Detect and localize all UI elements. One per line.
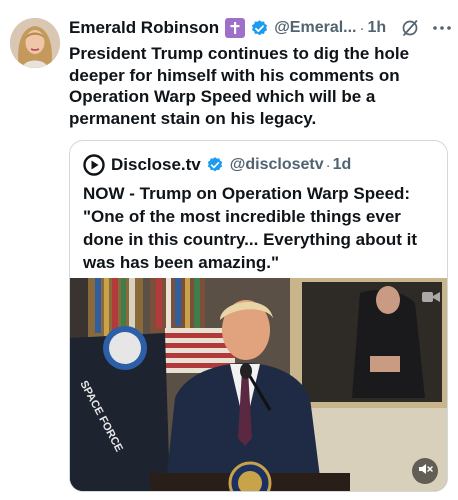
author-avatar[interactable]: [10, 18, 60, 68]
grok-icon[interactable]: [400, 18, 420, 38]
separator-dot: ·: [359, 19, 365, 37]
video-camera-icon: [422, 290, 440, 304]
quoted-tweet-header: Disclose.tv @disclosetv · 1d: [83, 154, 351, 176]
quoted-tweet[interactable]: Disclose.tv @disclosetv · 1d NOW - Trump…: [69, 140, 448, 492]
quoted-handle[interactable]: @disclosetv: [230, 156, 324, 174]
quoted-time[interactable]: 1d: [333, 156, 352, 174]
quoted-display-name[interactable]: Disclose.tv: [111, 155, 201, 175]
verified-badge-icon: [250, 19, 269, 38]
author-display-name[interactable]: Emerald Robinson: [69, 18, 219, 38]
cross-icon: [225, 18, 246, 38]
video-player[interactable]: SPACE FORCE: [70, 278, 447, 491]
tweet-header: Emerald Robinson @Emeral... · 1h: [69, 16, 454, 40]
quoted-tweet-text: NOW - Trump on Operation Warp Speed: "On…: [83, 184, 418, 272]
verified-badge-icon: [206, 156, 224, 174]
separator-dot: ·: [325, 156, 331, 174]
mute-toggle-button[interactable]: [412, 458, 438, 484]
author-handle[interactable]: @Emeral...: [274, 19, 356, 37]
tweet[interactable]: Emerald Robinson @Emeral... · 1h Preside…: [0, 0, 458, 500]
more-icon[interactable]: [431, 18, 453, 38]
muted-speaker-icon: [417, 461, 433, 482]
tweet-time[interactable]: 1h: [368, 19, 387, 37]
quoted-avatar[interactable]: [83, 154, 105, 176]
tweet-text: President Trump continues to dig the hol…: [69, 44, 410, 128]
